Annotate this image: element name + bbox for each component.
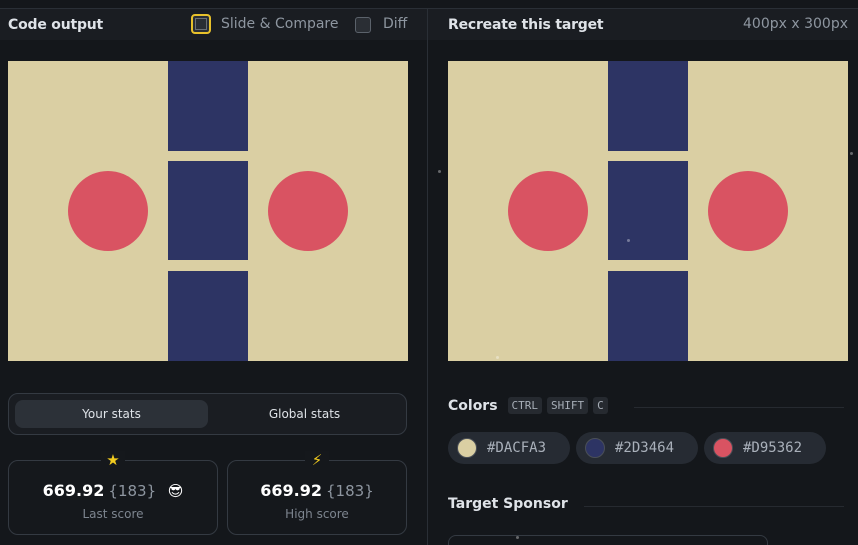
target-canvas bbox=[448, 61, 848, 361]
code-output-header: Code output Slide & Compare Diff bbox=[0, 8, 427, 40]
navy-block-middle bbox=[608, 161, 688, 260]
colors-heading: Colors CTRL SHIFT C bbox=[448, 397, 608, 414]
swatch-color-dot bbox=[585, 438, 605, 458]
color-swatch-navy[interactable]: #2D3464 bbox=[576, 432, 698, 464]
star-icon: ★ bbox=[101, 451, 125, 469]
kbd-ctrl: CTRL bbox=[507, 397, 543, 414]
swatch-color-dot bbox=[713, 438, 733, 458]
sponsor-divider bbox=[584, 506, 844, 507]
code-output-title: Code output bbox=[8, 16, 104, 33]
target-header: Recreate this target 400px x 300px bbox=[428, 8, 858, 40]
tab-your-stats[interactable]: Your stats bbox=[15, 400, 208, 428]
last-score-card: ★ 669.92 {183} 😎 Last score bbox=[8, 451, 218, 535]
sponsor-box[interactable] bbox=[448, 535, 768, 545]
code-output-canvas[interactable] bbox=[8, 61, 408, 361]
color-swatch-sand[interactable]: #DACFA3 bbox=[448, 432, 570, 464]
swatch-hex-label: #D95362 bbox=[743, 440, 803, 456]
stats-tabs: Your stats Global stats bbox=[8, 393, 407, 435]
red-circle-right bbox=[268, 171, 348, 251]
target-dimensions: 400px x 300px bbox=[743, 16, 848, 32]
last-score-value-row: 669.92 {183} 😎 bbox=[9, 481, 217, 500]
target-title: Recreate this target bbox=[448, 16, 604, 33]
navy-block-middle bbox=[168, 161, 248, 260]
target-sponsor-title: Target Sponsor bbox=[448, 496, 568, 512]
sparkle-decoration bbox=[516, 536, 519, 539]
colors-title: Colors bbox=[448, 397, 498, 414]
kbd-c: C bbox=[593, 397, 608, 414]
last-score-value: 669.92 bbox=[42, 481, 105, 500]
sunglasses-emoji-icon: 😎 bbox=[167, 482, 184, 500]
navy-block-bottom bbox=[168, 271, 248, 361]
kbd-shift: SHIFT bbox=[547, 397, 589, 414]
color-swatch-red[interactable]: #D95362 bbox=[704, 432, 826, 464]
high-score-card: ⚡ 669.92 {183} High score bbox=[227, 451, 407, 535]
diff-checkbox[interactable] bbox=[355, 17, 371, 33]
sparkle-decoration bbox=[496, 356, 499, 359]
red-circle-left bbox=[508, 171, 588, 251]
swatch-hex-label: #2D3464 bbox=[615, 440, 675, 456]
swatch-color-dot bbox=[457, 438, 477, 458]
last-score-count: {183} bbox=[108, 482, 157, 500]
high-score-count: {183} bbox=[326, 482, 374, 500]
lightning-icon: ⚡ bbox=[305, 451, 329, 469]
slide-compare-checkbox[interactable] bbox=[191, 14, 211, 34]
tab-global-stats[interactable]: Global stats bbox=[208, 400, 401, 428]
swatch-hex-label: #DACFA3 bbox=[487, 440, 547, 456]
panel-divider bbox=[427, 8, 428, 545]
navy-block-bottom bbox=[608, 271, 688, 361]
slide-compare-label[interactable]: Slide & Compare bbox=[221, 16, 339, 32]
red-circle-left bbox=[68, 171, 148, 251]
navy-block-top bbox=[608, 61, 688, 151]
last-score-label: Last score bbox=[82, 507, 144, 521]
sparkle-decoration bbox=[850, 152, 853, 155]
sparkle-decoration bbox=[438, 170, 441, 173]
app-root: Code output Slide & Compare Diff Recreat… bbox=[0, 0, 858, 545]
high-score-label: High score bbox=[285, 507, 349, 521]
navy-block-top bbox=[168, 61, 248, 151]
high-score-value: 669.92 bbox=[260, 481, 323, 500]
high-score-value-row: 669.92 {183} bbox=[228, 481, 406, 500]
diff-label[interactable]: Diff bbox=[383, 16, 407, 32]
sparkle-decoration bbox=[627, 239, 630, 242]
colors-divider bbox=[634, 407, 844, 408]
red-circle-right bbox=[708, 171, 788, 251]
